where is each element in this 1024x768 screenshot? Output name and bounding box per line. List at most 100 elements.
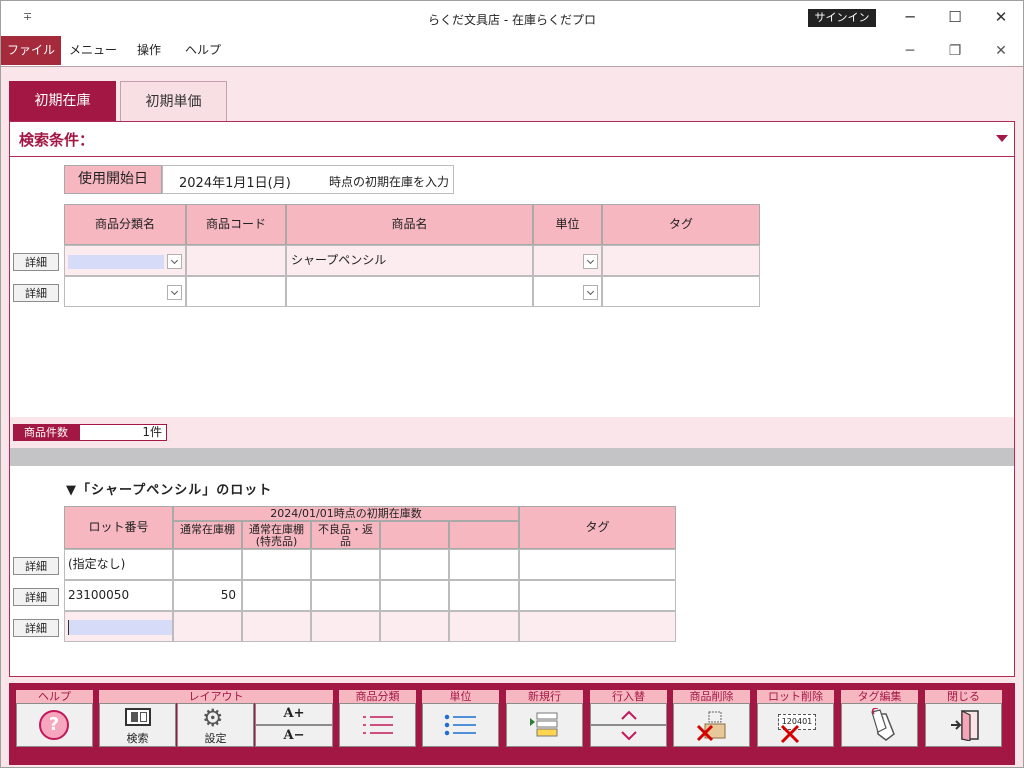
lot-qty-cell-3-3[interactable] (311, 611, 380, 642)
product-category-combo-2[interactable] (64, 276, 186, 307)
tab-initial-price[interactable]: 初期単価 (120, 81, 227, 122)
toolbar-delete-lot-label: ロット削除 (757, 690, 834, 703)
lot-subheader-2: 通常在庫棚 (特売品) (242, 521, 311, 549)
font-decrease-button[interactable]: A− (255, 725, 333, 747)
layout-panels-icon (125, 708, 151, 726)
lot-number-input[interactable] (68, 620, 172, 635)
menu-file[interactable]: ファイル (1, 36, 61, 65)
lot-qty-cell-1-5[interactable] (449, 549, 519, 580)
new-row-button[interactable] (506, 703, 583, 747)
toolbar-delete-product-label: 商品削除 (673, 690, 750, 703)
product-category-button[interactable] (339, 703, 416, 747)
header-name: 商品名 (286, 204, 533, 245)
lot-tag-cell-3[interactable] (519, 611, 676, 642)
lot-qty-cell-1-4[interactable] (380, 549, 449, 580)
tag-edit-button[interactable] (841, 703, 918, 747)
start-date-value: 2024年1月1日(月) (179, 176, 291, 191)
minimize-icon[interactable]: ─ (899, 7, 921, 27)
category-dropdown-icon-1[interactable] (167, 254, 182, 269)
search-conditions-header[interactable]: 検索条件： (10, 122, 1014, 157)
lot-detail-button-1[interactable]: 詳細 (13, 557, 59, 575)
toolbar-help-label: ヘルプ (16, 690, 93, 703)
lot-qty-cell-3-5[interactable] (449, 611, 519, 642)
lot-qty-cell-1-2[interactable] (242, 549, 311, 580)
menu-menu[interactable]: メニュー (67, 36, 119, 65)
lot-qty-cell-3-1[interactable] (173, 611, 242, 642)
menu-operation[interactable]: 操作 (129, 36, 169, 65)
lot-detail-button-3[interactable]: 詳細 (13, 619, 59, 637)
lot-number-cell-3[interactable] (64, 611, 173, 642)
product-detail-button-1[interactable]: 詳細 (13, 253, 59, 271)
lot-tag-cell-2[interactable] (519, 580, 676, 611)
question-icon: ? (39, 710, 69, 740)
initial-stock-group-header: 2024/01/01時点の初期在庫数 (173, 506, 519, 521)
gear-icon: ⚙ (202, 704, 224, 732)
lot-number-cell-1[interactable]: (指定なし) (64, 549, 173, 580)
product-unit-combo-1[interactable] (533, 245, 602, 276)
layout-search-button[interactable]: 検索 (99, 703, 176, 747)
product-code-cell-2[interactable] (186, 276, 286, 307)
list-red-icon (363, 716, 393, 734)
start-date-field[interactable]: 2024年1月1日(月) 時点の初期在庫を入力 (162, 165, 454, 194)
product-detail-button-2[interactable]: 詳細 (13, 284, 59, 302)
lot-detail-button-2[interactable]: 詳細 (13, 588, 59, 606)
mdi-restore-icon[interactable]: ❐ (944, 42, 966, 60)
toolbar-layout-label: レイアウト (99, 690, 333, 703)
lot-qty-cell-2-5[interactable] (449, 580, 519, 611)
lot-subheader-5 (449, 521, 519, 549)
product-tag-cell-2[interactable] (602, 276, 760, 307)
tab-initial-stock[interactable]: 初期在庫 (9, 81, 116, 121)
row-up-button[interactable] (590, 703, 667, 725)
unit-dropdown-icon-1[interactable] (583, 254, 598, 269)
delete-x-icon (780, 724, 800, 744)
collapse-caret-icon[interactable] (996, 135, 1008, 142)
lot-qty-cell-3-4[interactable] (380, 611, 449, 642)
product-tag-cell-1[interactable] (602, 245, 760, 276)
lot-subheader-3: 不良品・返 品 (311, 521, 380, 549)
lot-qty-cell-2-3[interactable] (311, 580, 380, 611)
help-button[interactable]: ? (16, 703, 93, 747)
font-increase-button[interactable]: A+ (255, 703, 333, 725)
unit-dropdown-icon-2[interactable] (583, 285, 598, 300)
exit-door-icon (951, 710, 979, 741)
delete-lot-button[interactable]: 120401 (757, 703, 834, 747)
signin-button[interactable]: サインイン (808, 9, 876, 27)
delete-product-icon (696, 711, 726, 742)
lot-qty-cell-2-2[interactable] (242, 580, 311, 611)
header-code: 商品コード (186, 204, 286, 245)
menu-help[interactable]: ヘルプ (179, 36, 227, 65)
toolbar-new-row-label: 新規行 (506, 690, 583, 703)
toolbar-tag-edit-label: タグ編集 (841, 690, 918, 703)
category-input-1[interactable] (68, 255, 164, 269)
mdi-minimize-icon[interactable]: ─ (899, 42, 921, 60)
delete-product-button[interactable] (673, 703, 750, 747)
title-bar: ∓ らくだ文具店 - 在庫らくだプロ サインイン ─ ☐ ✕ (1, 1, 1023, 36)
lot-qty-cell-2-1[interactable]: 50 (173, 580, 242, 611)
lot-number-cell-2[interactable]: 23100050 (64, 580, 173, 611)
product-code-cell-1[interactable] (186, 245, 286, 276)
lot-qty-cell-3-2[interactable] (242, 611, 311, 642)
toolbar-close-label: 閉じる (925, 690, 1002, 703)
search-conditions-title: 検索条件： (19, 131, 95, 149)
toolbar-category-label: 商品分類 (339, 690, 416, 703)
row-down-button[interactable] (590, 725, 667, 747)
maximize-icon[interactable]: ☐ (944, 7, 966, 27)
close-button[interactable] (925, 703, 1002, 747)
bottom-toolbar: ヘルプ ? レイアウト 検索 ⚙ 設定 A+ A− 商品分類 単位 新規行 行入… (9, 683, 1015, 765)
product-name-cell-2[interactable] (286, 276, 533, 307)
layout-settings-button[interactable]: ⚙ 設定 (177, 703, 254, 747)
lot-qty-cell-1-3[interactable] (311, 549, 380, 580)
product-unit-combo-2[interactable] (533, 276, 602, 307)
product-name-cell-1[interactable]: シャープペンシル (286, 245, 533, 276)
splitter-bar[interactable] (10, 448, 1014, 466)
lot-subheader-1: 通常在庫棚 (173, 521, 242, 549)
close-icon[interactable]: ✕ (990, 7, 1012, 27)
product-category-combo-1[interactable] (64, 245, 186, 276)
category-dropdown-icon-2[interactable] (167, 285, 182, 300)
mdi-close-icon[interactable]: ✕ (990, 42, 1012, 60)
lot-qty-cell-1-1[interactable] (173, 549, 242, 580)
unit-button[interactable] (422, 703, 499, 747)
lot-qty-cell-2-4[interactable] (380, 580, 449, 611)
lot-tag-cell-1[interactable] (519, 549, 676, 580)
main-panel: 検索条件： 使用開始日 2024年1月1日(月) 時点の初期在庫を入力 商品分類… (9, 121, 1015, 677)
